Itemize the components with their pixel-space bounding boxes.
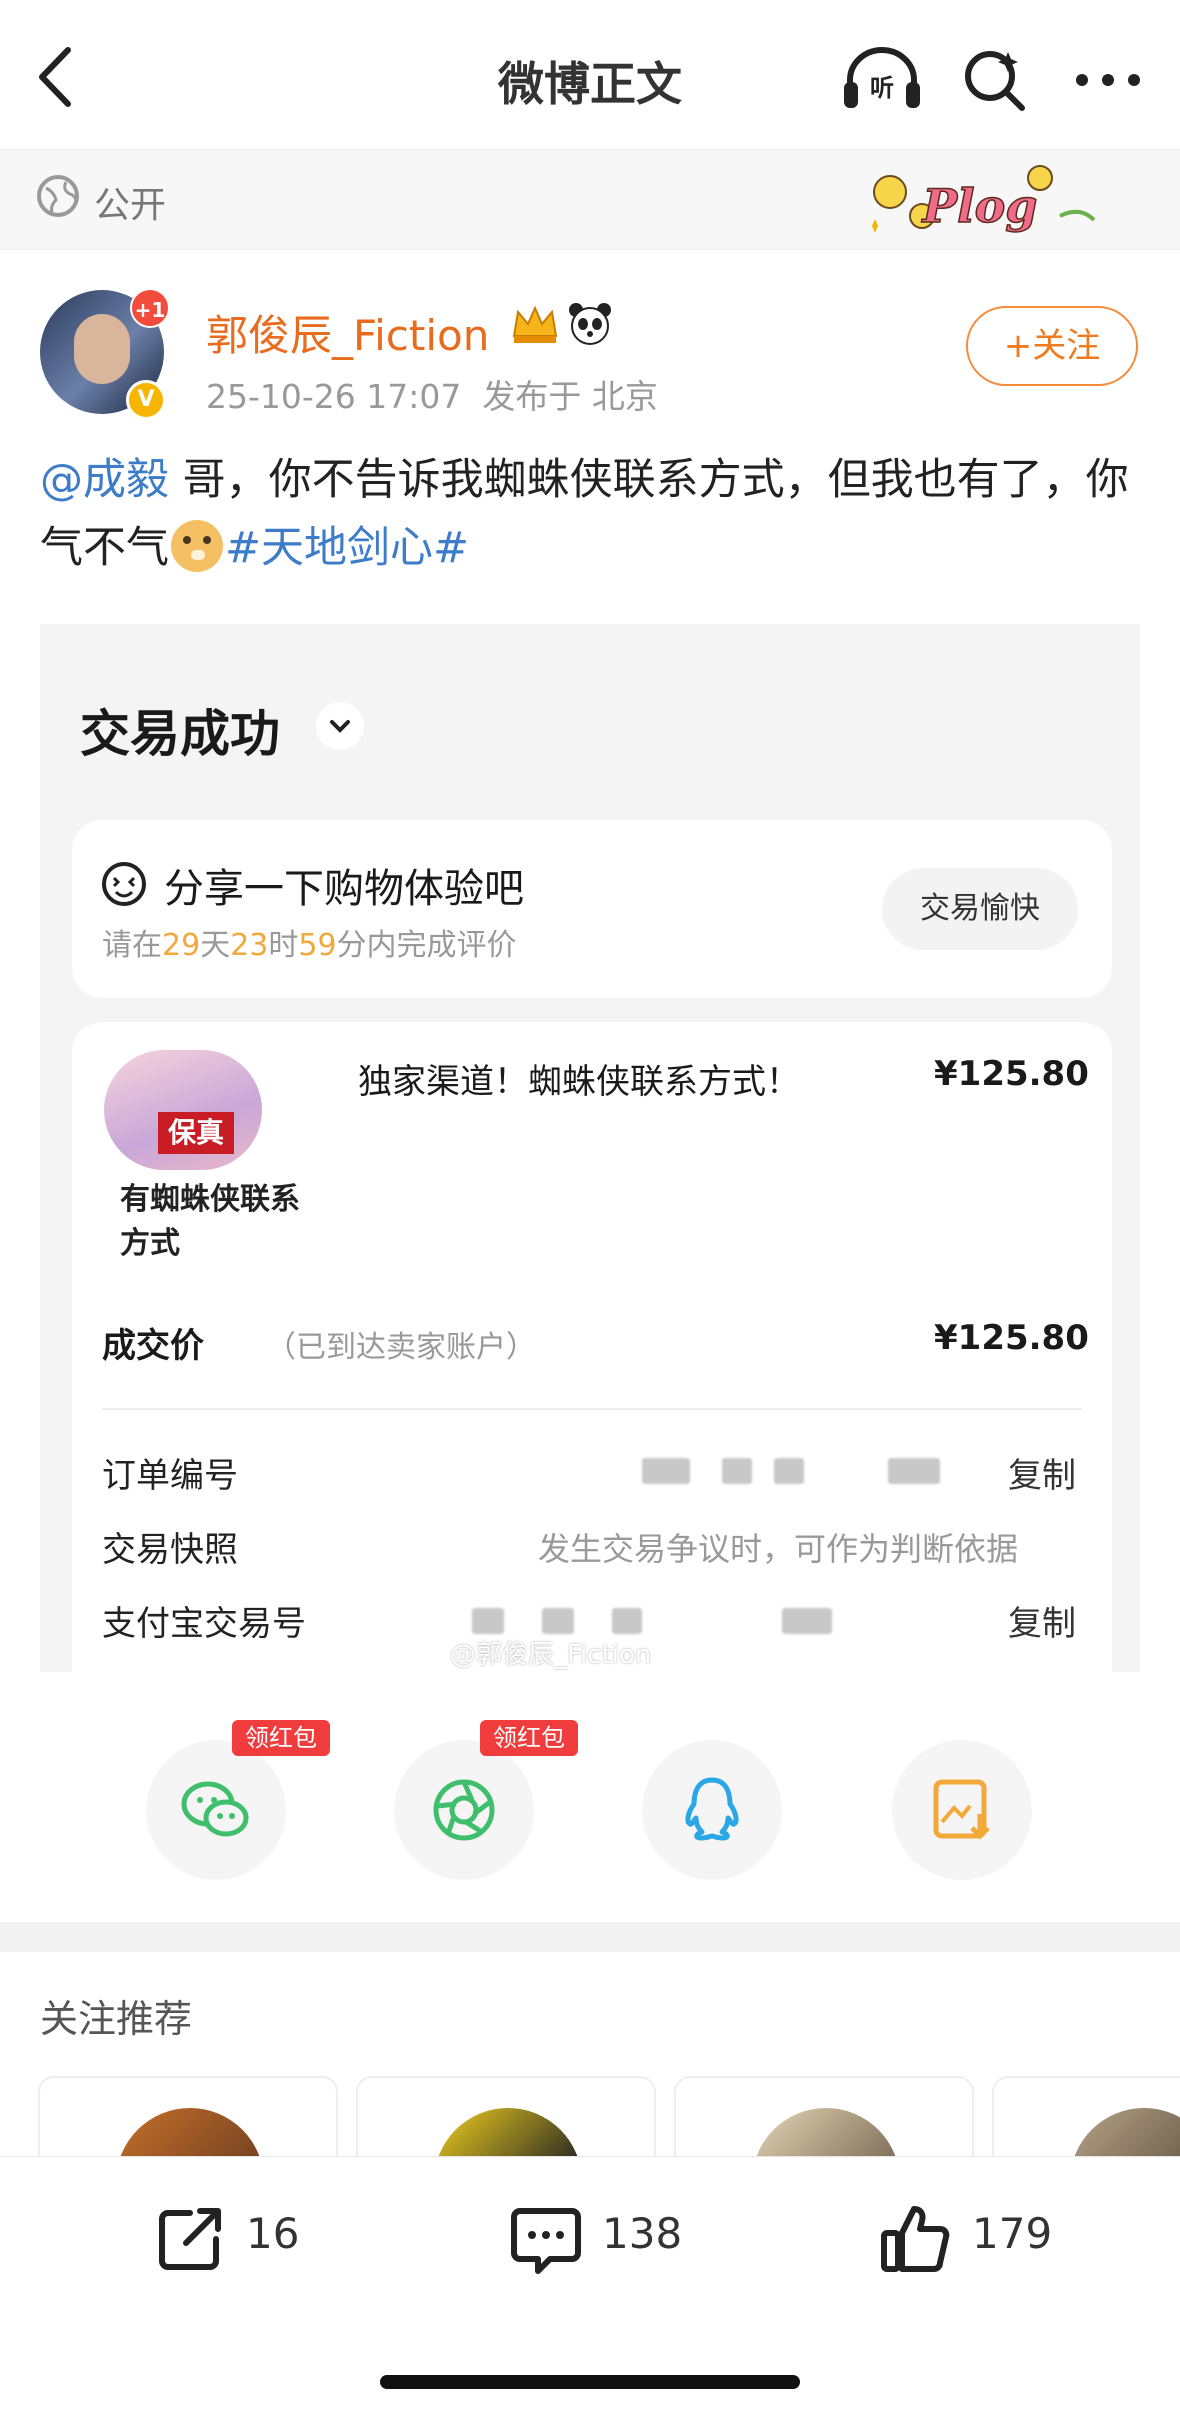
post-image[interactable]: 交易成功 分享一下购物体验吧 请在29天23时59分内完成评价 交易愉快 保真 … bbox=[40, 624, 1140, 1672]
home-indicator bbox=[380, 2375, 800, 2389]
post-location: 发布于 北京 bbox=[482, 377, 658, 416]
product-thumbnail: 保真 有蜘蛛侠联系方式 bbox=[102, 1050, 328, 1276]
deal-price-note: （已到达卖家账户） bbox=[266, 1330, 536, 1365]
search-icon[interactable] bbox=[960, 44, 1030, 114]
top-nav-bar: 微博正文 听 bbox=[0, 0, 1180, 150]
panda-icon bbox=[569, 303, 611, 345]
like-thumb-icon[interactable] bbox=[876, 2199, 956, 2279]
product-price: ¥125.80 bbox=[934, 1054, 1089, 1094]
mention-link[interactable]: @成毅 bbox=[40, 455, 169, 505]
recommend-title: 关注推荐 bbox=[40, 1997, 193, 2041]
product-title: 独家渠道！蜘蛛侠联系方式！ bbox=[358, 1062, 800, 1102]
redacted-block bbox=[542, 1608, 574, 1634]
author-name[interactable]: 郭俊辰_Fiction bbox=[206, 302, 489, 363]
listen-headphones-icon[interactable]: 听 bbox=[840, 42, 924, 112]
order-number-label: 订单编号 bbox=[102, 1456, 238, 1496]
like-count: 179 bbox=[972, 2209, 1053, 2258]
comment-icon[interactable] bbox=[506, 2199, 586, 2279]
authentic-stamp: 保真 bbox=[158, 1112, 234, 1154]
post-time: 25-10-26 17:07 bbox=[206, 377, 462, 416]
wechat-icon bbox=[181, 1781, 249, 1837]
avatar-face bbox=[74, 314, 130, 384]
snapshot-label: 交易快照 bbox=[102, 1530, 238, 1570]
snapshot-hint: 发生交易争议时，可作为判断依据 bbox=[538, 1530, 1019, 1568]
bottom-action-bar: 16 138 179 bbox=[0, 2156, 1180, 2416]
review-prompt-card: 分享一下购物体验吧 请在29天23时59分内完成评价 交易愉快 bbox=[72, 820, 1112, 998]
post-meta: 25-10-26 17:07 发布于 北京 bbox=[206, 370, 658, 418]
new-badge: +1 bbox=[130, 288, 170, 328]
copy-alipay-number: 复制 bbox=[1008, 1604, 1076, 1644]
comment-count: 138 bbox=[602, 2209, 683, 2258]
svg-text:听: 听 bbox=[870, 74, 894, 102]
verified-badge-icon: V bbox=[126, 380, 166, 420]
svg-text:Plog: Plog bbox=[921, 179, 1038, 233]
save-image-icon bbox=[933, 1779, 990, 1840]
follow-button[interactable]: +关注 bbox=[966, 306, 1138, 386]
status-dropdown bbox=[316, 702, 364, 750]
order-detail-card: 保真 有蜘蛛侠联系方式 独家渠道！蜘蛛侠联系方式！ ¥125.80 成交价 （已… bbox=[72, 1022, 1112, 1672]
doge-emoji-icon bbox=[171, 520, 223, 572]
alipay-number-label: 支付宝交易号 bbox=[102, 1604, 306, 1644]
redacted-block bbox=[722, 1458, 752, 1484]
hashtag-link[interactable]: #天地剑心# bbox=[225, 523, 469, 573]
redpack-badge: 领红包 bbox=[232, 1720, 330, 1756]
repost-icon[interactable] bbox=[150, 2199, 230, 2279]
moments-icon bbox=[433, 1779, 495, 1841]
smiley-icon bbox=[102, 862, 146, 906]
redacted-block bbox=[472, 1608, 504, 1634]
divider bbox=[102, 1408, 1082, 1410]
redacted-block bbox=[888, 1458, 940, 1484]
image-watermark: @郭俊辰_Fiction bbox=[450, 1640, 652, 1670]
more-options-icon[interactable] bbox=[1068, 60, 1148, 100]
visibility-bar: 公开 Plog bbox=[0, 150, 1180, 250]
redpack-badge: 领红包 bbox=[480, 1720, 578, 1756]
globe-icon bbox=[37, 175, 79, 217]
qq-icon bbox=[685, 1777, 739, 1841]
share-moments-button[interactable] bbox=[394, 1740, 534, 1880]
share-wechat-button[interactable] bbox=[146, 1740, 286, 1880]
share-qq-button[interactable] bbox=[642, 1740, 782, 1880]
section-separator bbox=[0, 1922, 1180, 1952]
redacted-block bbox=[642, 1458, 690, 1484]
share-row: 领红包 领红包 bbox=[0, 1720, 1180, 1930]
chevron-down-icon bbox=[330, 720, 350, 733]
redacted-block bbox=[612, 1608, 642, 1634]
happy-trade-button: 交易愉快 bbox=[882, 868, 1078, 950]
plog-decoration-icon: Plog bbox=[872, 165, 1096, 234]
redacted-block bbox=[782, 1608, 832, 1634]
save-image-button[interactable] bbox=[892, 1740, 1032, 1880]
visibility-label: 公开 bbox=[94, 185, 167, 226]
repost-count: 16 bbox=[246, 2209, 300, 2258]
crown-icon bbox=[512, 305, 558, 343]
order-status-title: 交易成功 bbox=[80, 705, 280, 763]
post-content: @成毅 哥，你不告诉我蜘蛛侠联系方式，但我也有了，你气不气 #天地剑心# bbox=[40, 446, 1150, 582]
review-deadline: 请在29天23时59分内完成评价 bbox=[102, 928, 517, 963]
deal-price-label: 成交价 bbox=[102, 1326, 204, 1366]
thumbnail-caption: 有蜘蛛侠联系方式 bbox=[120, 1182, 300, 1261]
deal-price-value: ¥125.80 bbox=[934, 1318, 1089, 1358]
redacted-block bbox=[774, 1458, 804, 1484]
share-title: 分享一下购物体验吧 bbox=[164, 866, 524, 912]
copy-order-number: 复制 bbox=[1008, 1456, 1076, 1496]
